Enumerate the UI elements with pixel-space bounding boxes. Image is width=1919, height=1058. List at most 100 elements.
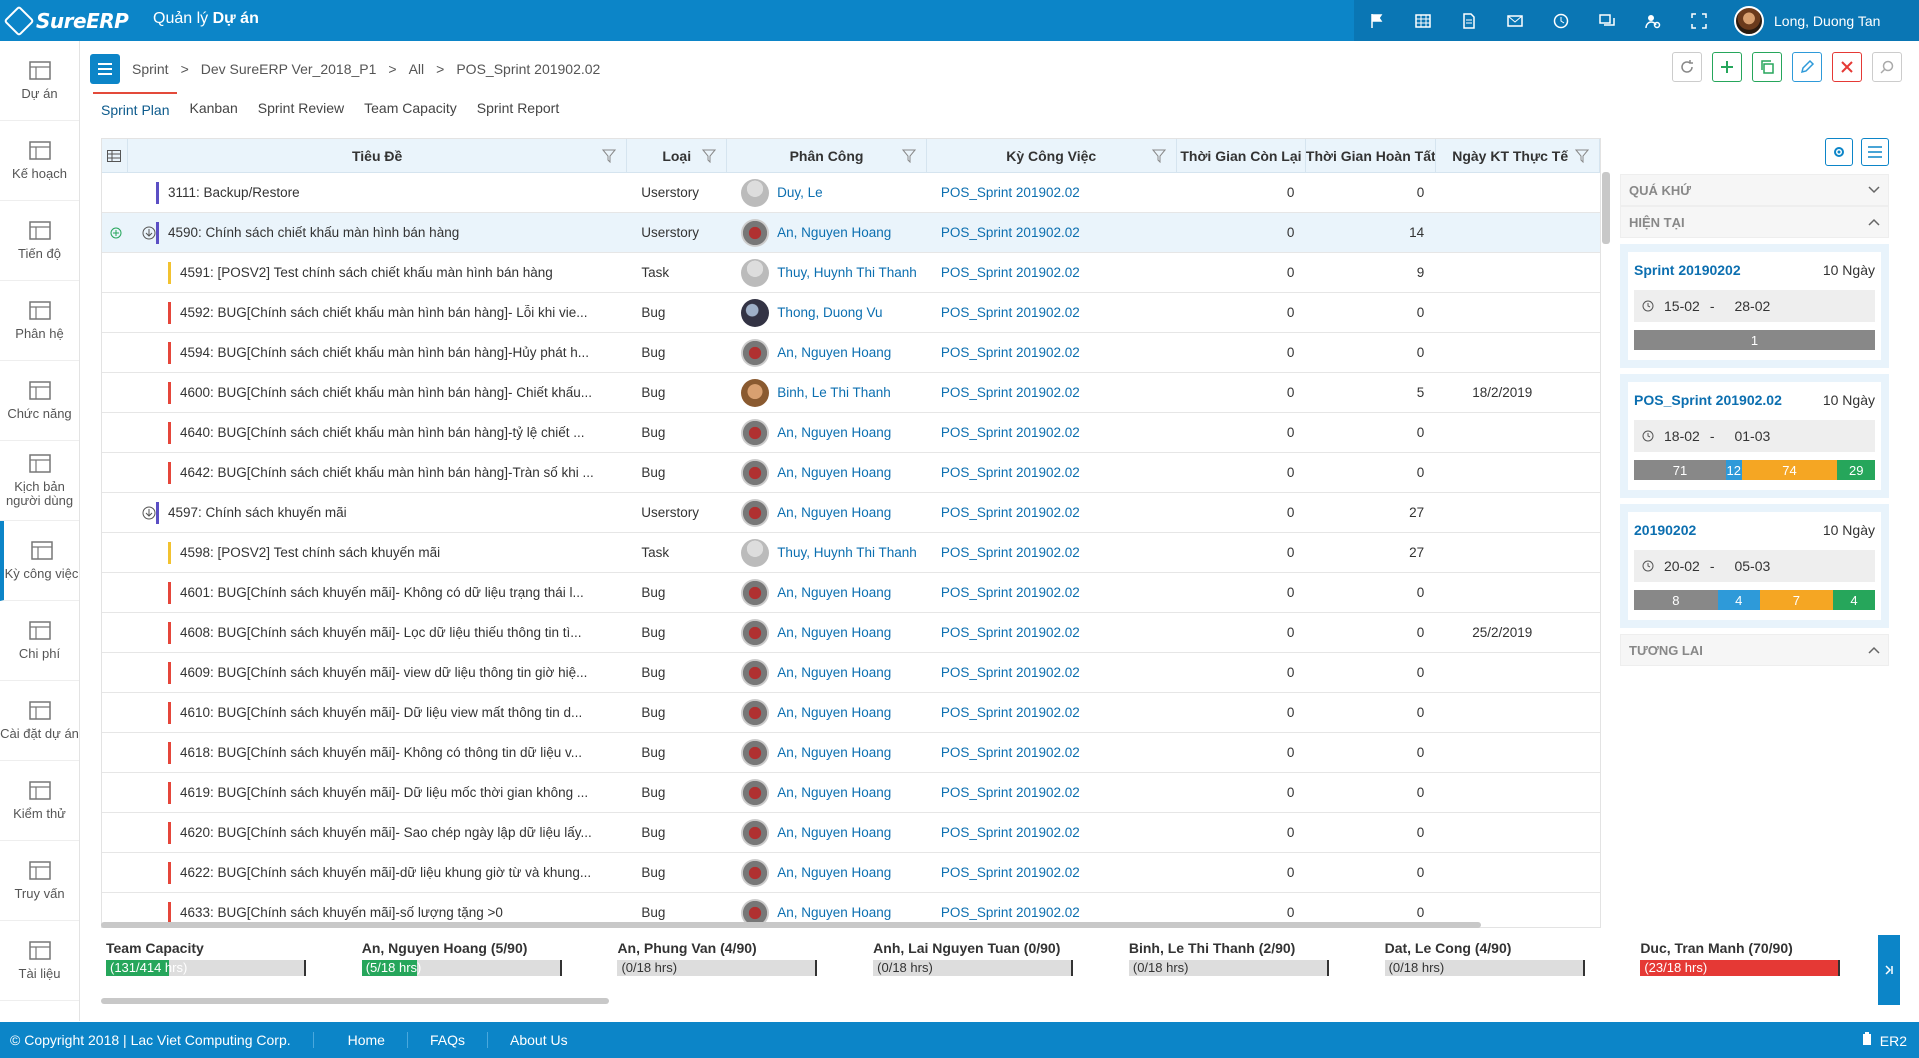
cell-sprint[interactable]: POS_Sprint 201902.02 bbox=[927, 493, 1177, 533]
cell-assignee[interactable]: An, Nguyen Hoang bbox=[727, 413, 927, 453]
cell-assignee[interactable]: An, Nguyen Hoang bbox=[727, 493, 927, 533]
chat-icon[interactable] bbox=[1584, 0, 1630, 41]
sidebar-item-project-settings[interactable]: Cài đặt dự án bbox=[0, 681, 79, 761]
sprint-card[interactable]: 20190202 10 Ngày 20-02-05-03 8 4 7 4 bbox=[1620, 504, 1889, 628]
column-type[interactable]: Loại bbox=[627, 139, 728, 172]
cell-sprint[interactable]: POS_Sprint 201902.02 bbox=[927, 813, 1177, 853]
panel-settings-button[interactable] bbox=[1825, 138, 1853, 166]
tab-kanban[interactable]: Kanban bbox=[181, 92, 245, 123]
cell-title[interactable]: 3111: Backup/Restore bbox=[102, 173, 627, 213]
copy-button[interactable] bbox=[1752, 52, 1782, 82]
cell-assignee[interactable]: Thuy, Huynh Thi Thanh bbox=[727, 253, 927, 293]
panel-list-button[interactable] bbox=[1861, 138, 1889, 166]
cell-sprint[interactable]: POS_Sprint 201902.02 bbox=[927, 293, 1177, 333]
search-button[interactable] bbox=[1872, 52, 1902, 82]
cell-assignee[interactable]: Thuy, Huynh Thi Thanh bbox=[727, 533, 927, 573]
table-row[interactable]: 3111: Backup/Restore Userstory Duy, Le POS_… bbox=[102, 173, 1600, 213]
filter-icon[interactable] bbox=[1151, 149, 1166, 163]
flag-icon[interactable] bbox=[1354, 0, 1400, 41]
horizontal-scrollbar[interactable] bbox=[101, 922, 1481, 928]
cell-sprint[interactable]: POS_Sprint 201902.02 bbox=[927, 773, 1177, 813]
footer-link-about[interactable]: About Us bbox=[488, 1032, 590, 1048]
cell-sprint[interactable]: POS_Sprint 201902.02 bbox=[927, 413, 1177, 453]
add-button[interactable] bbox=[1712, 52, 1742, 82]
cell-sprint[interactable]: POS_Sprint 201902.02 bbox=[927, 253, 1177, 293]
tab-sprint-plan[interactable]: Sprint Plan bbox=[93, 92, 178, 123]
sidebar-item-project[interactable]: Dự án bbox=[0, 41, 79, 121]
footer-link-home[interactable]: Home bbox=[314, 1032, 408, 1048]
sidebar-item-query[interactable]: Truy vấn bbox=[0, 841, 79, 921]
column-remaining[interactable]: Thời Gian Còn Lại bbox=[1177, 139, 1307, 172]
tab-sprint-review[interactable]: Sprint Review bbox=[250, 92, 352, 123]
menu-toggle-button[interactable] bbox=[90, 54, 120, 84]
cell-sprint[interactable]: POS_Sprint 201902.02 bbox=[927, 653, 1177, 693]
cell-title[interactable]: 4598: [POSV2] Test chính sách khuyến mãi bbox=[102, 533, 627, 573]
app-logo[interactable]: SureERP bbox=[3, 5, 129, 37]
grid-settings-cell[interactable] bbox=[102, 139, 128, 172]
cell-assignee[interactable]: An, Nguyen Hoang bbox=[727, 573, 927, 613]
edit-button[interactable] bbox=[1792, 52, 1822, 82]
sidebar-item-test[interactable]: Kiểm thử bbox=[0, 761, 79, 841]
table-row[interactable]: 4590: Chính sách chiết khấu màn hình bán… bbox=[102, 213, 1600, 253]
cell-assignee[interactable]: An, Nguyen Hoang bbox=[727, 453, 927, 493]
sidebar-item-plan[interactable]: Kế hoạch bbox=[0, 121, 79, 201]
cell-sprint[interactable]: POS_Sprint 201902.02 bbox=[927, 733, 1177, 773]
section-present[interactable]: HIỆN TẠI bbox=[1620, 206, 1889, 238]
cell-title[interactable]: 4619: BUG[Chính sách khuyến mãi]- Dữ liệ… bbox=[102, 773, 627, 813]
expand-icon[interactable] bbox=[142, 226, 156, 240]
cell-title[interactable]: 4622: BUG[Chính sách khuyến mãi]-dữ liệu… bbox=[102, 853, 627, 893]
add-child-icon[interactable] bbox=[110, 227, 122, 239]
table-icon[interactable] bbox=[1400, 0, 1446, 41]
table-row[interactable]: 4642: BUG[Chính sách chiết khấu màn hình… bbox=[102, 453, 1600, 493]
cell-assignee[interactable]: Duy, Le bbox=[727, 173, 927, 213]
sidebar-item-function[interactable]: Chức năng bbox=[0, 361, 79, 441]
filter-icon[interactable] bbox=[702, 149, 717, 163]
table-row[interactable]: 4600: BUG[Chính sách chiết khấu màn hình… bbox=[102, 373, 1600, 413]
tab-sprint-report[interactable]: Sprint Report bbox=[469, 92, 567, 123]
cell-sprint[interactable]: POS_Sprint 201902.02 bbox=[927, 213, 1177, 253]
vertical-scrollbar[interactable] bbox=[1602, 172, 1610, 244]
cell-assignee[interactable]: An, Nguyen Hoang bbox=[727, 813, 927, 853]
breadcrumb-item-sprint[interactable]: Sprint bbox=[132, 61, 169, 77]
cell-title[interactable]: 4597: Chính sách khuyến mãi bbox=[102, 493, 627, 533]
document-icon[interactable] bbox=[1446, 0, 1492, 41]
cell-sprint[interactable]: POS_Sprint 201902.02 bbox=[927, 693, 1177, 733]
sidebar-item-cost[interactable]: Chi phí bbox=[0, 601, 79, 681]
table-row[interactable]: 4597: Chính sách khuyến mãi Userstory An, … bbox=[102, 493, 1600, 533]
cell-sprint[interactable]: POS_Sprint 201902.02 bbox=[927, 373, 1177, 413]
cell-title[interactable]: 4642: BUG[Chính sách chiết khấu màn hình… bbox=[102, 453, 627, 493]
table-row[interactable]: 4592: BUG[Chính sách chiết khấu màn hình… bbox=[102, 293, 1600, 333]
table-row[interactable]: 4601: BUG[Chính sách khuyến mãi]- Không … bbox=[102, 573, 1600, 613]
sprint-name[interactable]: Sprint 20190202 bbox=[1634, 262, 1741, 278]
sidebar-item-scenario[interactable]: Kịch bản người dùng bbox=[0, 441, 79, 521]
cell-title[interactable]: 4609: BUG[Chính sách khuyến mãi]- view d… bbox=[102, 653, 627, 693]
cell-sprint[interactable]: POS_Sprint 201902.02 bbox=[927, 613, 1177, 653]
column-assignee[interactable]: Phân Công bbox=[727, 139, 927, 172]
cell-title[interactable]: 4591: [POSV2] Test chính sách chiết khấu… bbox=[102, 253, 627, 293]
section-past[interactable]: QUÁ KHỨ bbox=[1620, 174, 1889, 206]
sprint-card[interactable]: Sprint 20190202 10 Ngày 15-02- 28-02 1 bbox=[1620, 244, 1889, 368]
capacity-next-button[interactable] bbox=[1878, 935, 1900, 1005]
cell-assignee[interactable]: An, Nguyen Hoang bbox=[727, 733, 927, 773]
column-done[interactable]: Thời Gian Hoàn Tất bbox=[1306, 139, 1437, 172]
sprint-name[interactable]: POS_Sprint 201902.02 bbox=[1634, 392, 1782, 408]
cell-title[interactable]: 4620: BUG[Chính sách khuyến mãi]- Sao ch… bbox=[102, 813, 627, 853]
delete-button[interactable] bbox=[1832, 52, 1862, 82]
column-sprint[interactable]: Kỳ Công Việc bbox=[927, 139, 1177, 172]
expand-icon[interactable] bbox=[142, 506, 156, 520]
cell-assignee[interactable]: An, Nguyen Hoang bbox=[727, 693, 927, 733]
refresh-button[interactable] bbox=[1672, 52, 1702, 82]
cell-title[interactable]: 4610: BUG[Chính sách khuyến mãi]- Dữ liệ… bbox=[102, 693, 627, 733]
table-row[interactable]: 4619: BUG[Chính sách khuyến mãi]- Dữ liệ… bbox=[102, 773, 1600, 813]
cell-assignee[interactable]: An, Nguyen Hoang bbox=[727, 653, 927, 693]
cell-assignee[interactable]: Binh, Le Thi Thanh bbox=[727, 373, 927, 413]
settings-person-icon[interactable] bbox=[1630, 0, 1676, 41]
capacity-scrollbar[interactable] bbox=[101, 998, 609, 1004]
cell-title[interactable]: 4590: Chính sách chiết khấu màn hình bán… bbox=[102, 213, 627, 253]
table-row[interactable]: 4618: BUG[Chính sách khuyến mãi]- Không … bbox=[102, 733, 1600, 773]
table-row[interactable]: 4608: BUG[Chính sách khuyến mãi]- Lọc dữ… bbox=[102, 613, 1600, 653]
table-row[interactable]: 4610: BUG[Chính sách khuyến mãi]- Dữ liệ… bbox=[102, 693, 1600, 733]
sidebar-item-module[interactable]: Phân hệ bbox=[0, 281, 79, 361]
cell-assignee[interactable]: Thong, Duong Vu bbox=[727, 293, 927, 333]
table-row[interactable]: 4640: BUG[Chính sách chiết khấu màn hình… bbox=[102, 413, 1600, 453]
